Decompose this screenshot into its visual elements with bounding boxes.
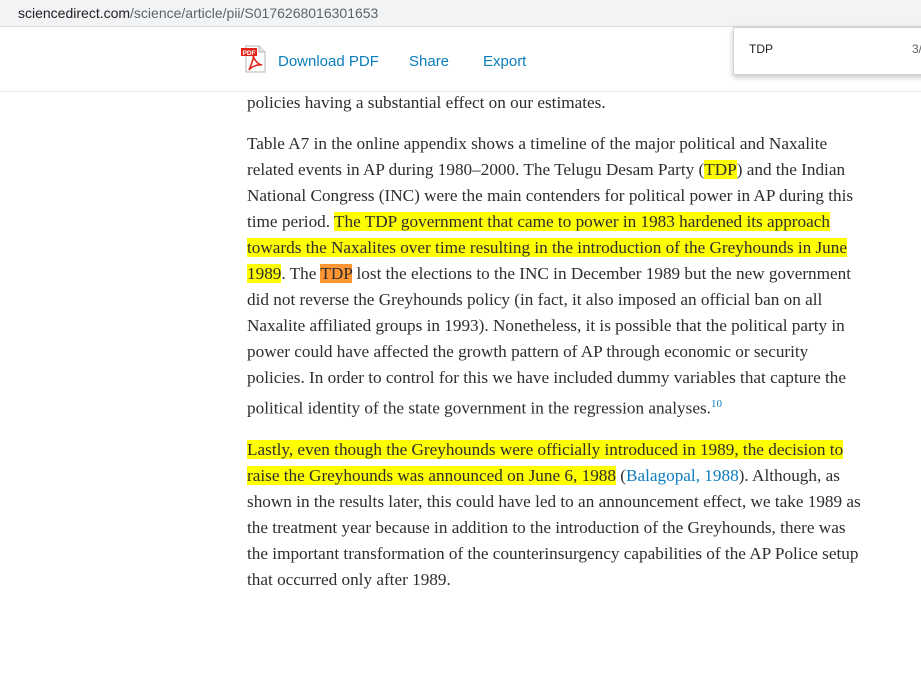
export-link[interactable]: Export — [483, 53, 526, 70]
reference-link[interactable]: Balagopal, 1988 — [626, 466, 739, 485]
share-link[interactable]: Share — [409, 53, 449, 70]
find-match-count: 3/ — [912, 42, 921, 56]
paragraph-0: policies having a substantial effect on … — [247, 93, 606, 112]
article-body: policies having a substantial effect on … — [247, 90, 867, 608]
text-run: . The — [281, 264, 321, 283]
text-run: ( — [615, 465, 627, 485]
text-run: lost the elections to the INC in Decembe… — [247, 264, 852, 418]
current-search-match: TDP — [320, 264, 353, 283]
paragraph-1: Table A7 in the online appendix shows a … — [247, 131, 867, 422]
find-in-page-bar: TDP 3/ — [733, 27, 921, 75]
paragraph-2: Lastly, even though the Greyhounds were … — [247, 437, 867, 593]
download-pdf-link[interactable]: Download PDF — [278, 53, 379, 70]
url-text[interactable]: sciencedirect.com/science/article/pii/S0… — [18, 5, 378, 21]
address-bar[interactable]: sciencedirect.com/science/article/pii/S0… — [0, 0, 921, 27]
highlighted-text: The — [334, 212, 365, 231]
url-domain: sciencedirect.com — [18, 5, 131, 21]
footnote-link[interactable]: 10 — [711, 398, 722, 410]
pdf-icon[interactable]: PDF — [239, 44, 269, 74]
find-input[interactable]: TDP — [749, 42, 773, 56]
url-path: /science/article/pii/S0176268016301653 — [130, 5, 379, 21]
search-match: TDP — [364, 212, 397, 231]
search-match: TDP — [704, 160, 737, 179]
